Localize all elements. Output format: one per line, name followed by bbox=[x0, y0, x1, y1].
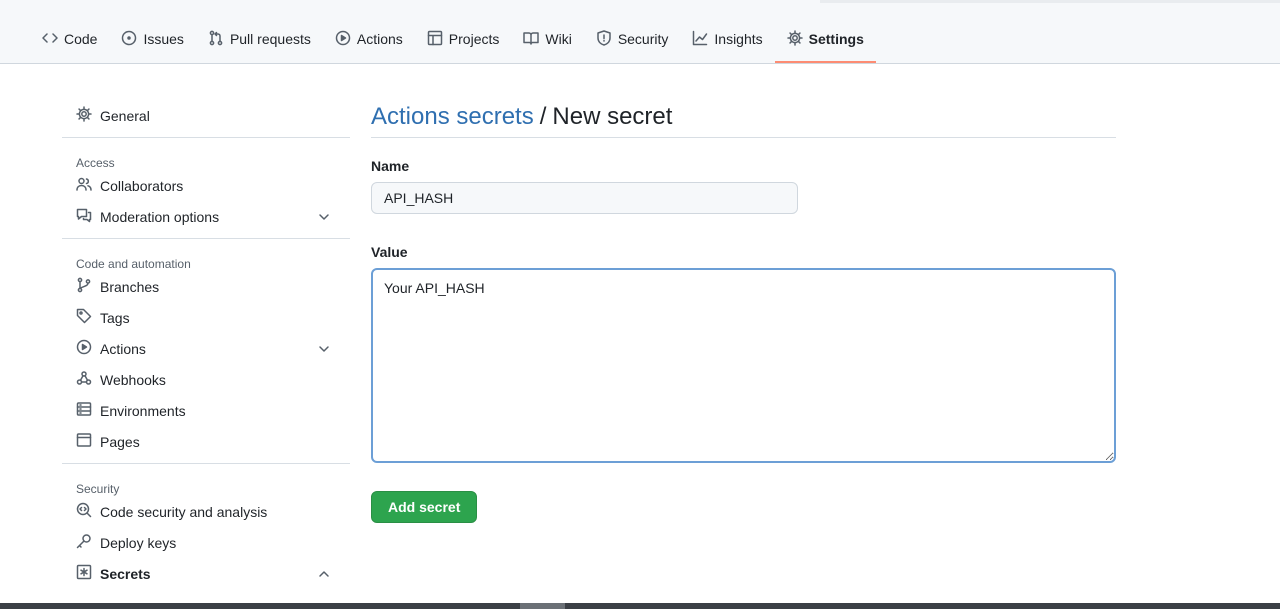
play-icon bbox=[335, 30, 351, 49]
play-icon bbox=[76, 339, 92, 358]
tab-pull-requests[interactable]: Pull requests bbox=[196, 16, 323, 62]
sidebar-item-branches[interactable]: Branches bbox=[62, 271, 350, 302]
sidebar-item-label: Deploy keys bbox=[100, 534, 177, 551]
chevron-down-icon[interactable] bbox=[316, 209, 332, 228]
tab-label: Projects bbox=[448, 31, 500, 47]
webhook-icon bbox=[76, 370, 92, 389]
tab-label: Pull requests bbox=[229, 31, 311, 47]
sidebar-item-label: Environments bbox=[100, 402, 186, 419]
sidebar-item-label: General bbox=[100, 107, 150, 124]
sidebar-item-label: Secrets bbox=[100, 565, 151, 582]
value-label: Value bbox=[371, 244, 408, 260]
gear-icon bbox=[786, 29, 803, 49]
sidebar-heading-access: Access bbox=[76, 156, 115, 170]
browser-icon bbox=[76, 432, 92, 451]
sidebar-heading-security: Security bbox=[76, 482, 120, 496]
sidebar-item-pages[interactable]: Pages bbox=[62, 426, 350, 457]
repo-nav: Code Issues Pull requests Actions Projec… bbox=[0, 0, 1280, 64]
gear-icon bbox=[76, 106, 92, 125]
sidebar-item-general[interactable]: General bbox=[62, 100, 350, 131]
chevron-up-icon[interactable] bbox=[316, 566, 332, 585]
settings-sidebar: General Access Collaborators Moderation … bbox=[62, 100, 350, 589]
sidebar-item-label: Webhooks bbox=[100, 371, 166, 388]
secret-name-input[interactable] bbox=[371, 182, 798, 214]
shield-icon bbox=[596, 29, 612, 49]
tab-label: Wiki bbox=[545, 31, 572, 47]
sidebar-item-environments[interactable]: Environments bbox=[62, 395, 350, 426]
sidebar-item-code-security[interactable]: Code security and analysis bbox=[62, 496, 350, 527]
sidebar-item-tags[interactable]: Tags bbox=[62, 302, 350, 333]
comment-icon bbox=[76, 207, 92, 226]
asterisk-icon bbox=[76, 564, 92, 583]
sidebar-item-moderation-options[interactable]: Moderation options bbox=[62, 201, 350, 232]
page-title-text: New secret bbox=[552, 102, 673, 130]
people-icon bbox=[76, 176, 92, 195]
tab-label: Code bbox=[64, 31, 98, 47]
chevron-down-icon[interactable] bbox=[316, 341, 332, 360]
name-label: Name bbox=[371, 158, 410, 174]
tab-insights[interactable]: Insights bbox=[680, 16, 774, 62]
tab-settings[interactable]: Settings bbox=[774, 16, 877, 63]
add-secret-button[interactable]: Add secret bbox=[371, 491, 478, 523]
top-strip bbox=[820, 0, 1280, 3]
graph-icon bbox=[692, 30, 708, 49]
tab-label: Actions bbox=[356, 31, 403, 47]
code-icon bbox=[42, 30, 58, 49]
bottom-bar bbox=[0, 603, 1280, 609]
table-icon bbox=[427, 30, 443, 49]
book-icon bbox=[523, 30, 540, 49]
tab-label: Security bbox=[617, 31, 669, 47]
sidebar-item-label: Actions bbox=[100, 340, 146, 357]
branch-icon bbox=[76, 277, 92, 296]
breadcrumb-separator: / bbox=[539, 102, 547, 130]
tab-label: Settings bbox=[808, 31, 864, 47]
sidebar-heading-code-automation: Code and automation bbox=[76, 257, 191, 271]
tag-icon bbox=[76, 308, 92, 327]
page-title: Actions secrets / New secret bbox=[371, 96, 1116, 138]
sidebar-item-secrets[interactable]: Secrets bbox=[62, 558, 350, 589]
tab-label: Issues bbox=[143, 31, 184, 47]
breadcrumb-actions-secrets[interactable]: Actions secrets bbox=[371, 103, 534, 131]
sidebar-item-label: Moderation options bbox=[100, 208, 220, 225]
codescan-icon bbox=[76, 502, 92, 521]
tab-security[interactable]: Security bbox=[584, 16, 681, 62]
bottom-bar-segment bbox=[520, 603, 565, 609]
sidebar-item-deploy-keys[interactable]: Deploy keys bbox=[62, 527, 350, 558]
sidebar-item-label: Code security and analysis bbox=[100, 503, 268, 520]
tab-wiki[interactable]: Wiki bbox=[511, 16, 583, 62]
tab-code[interactable]: Code bbox=[30, 16, 109, 62]
sidebar-divider bbox=[62, 137, 350, 138]
sidebar-item-label: Branches bbox=[100, 278, 160, 295]
sidebar-item-webhooks[interactable]: Webhooks bbox=[62, 364, 350, 395]
sidebar-item-label: Pages bbox=[100, 433, 140, 450]
tab-issues[interactable]: Issues bbox=[109, 16, 195, 62]
sidebar-divider bbox=[62, 463, 350, 464]
pull-request-icon bbox=[208, 30, 224, 49]
tab-label: Insights bbox=[714, 31, 763, 47]
issue-icon bbox=[121, 30, 137, 49]
sidebar-item-label: Collaborators bbox=[100, 177, 184, 194]
sidebar-item-actions[interactable]: Actions bbox=[62, 333, 350, 364]
key-icon bbox=[76, 533, 92, 552]
tab-actions[interactable]: Actions bbox=[323, 16, 415, 62]
secret-value-textarea[interactable]: Your API_HASH bbox=[371, 268, 1116, 463]
tab-projects[interactable]: Projects bbox=[415, 16, 512, 62]
server-icon bbox=[76, 401, 92, 420]
sidebar-divider bbox=[62, 238, 350, 239]
repo-tabs: Code Issues Pull requests Actions Projec… bbox=[30, 16, 877, 63]
sidebar-item-label: Tags bbox=[100, 309, 130, 326]
secret-form: Actions secrets / New secret Name Value … bbox=[371, 96, 1116, 523]
sidebar-item-collaborators[interactable]: Collaborators bbox=[62, 170, 350, 201]
